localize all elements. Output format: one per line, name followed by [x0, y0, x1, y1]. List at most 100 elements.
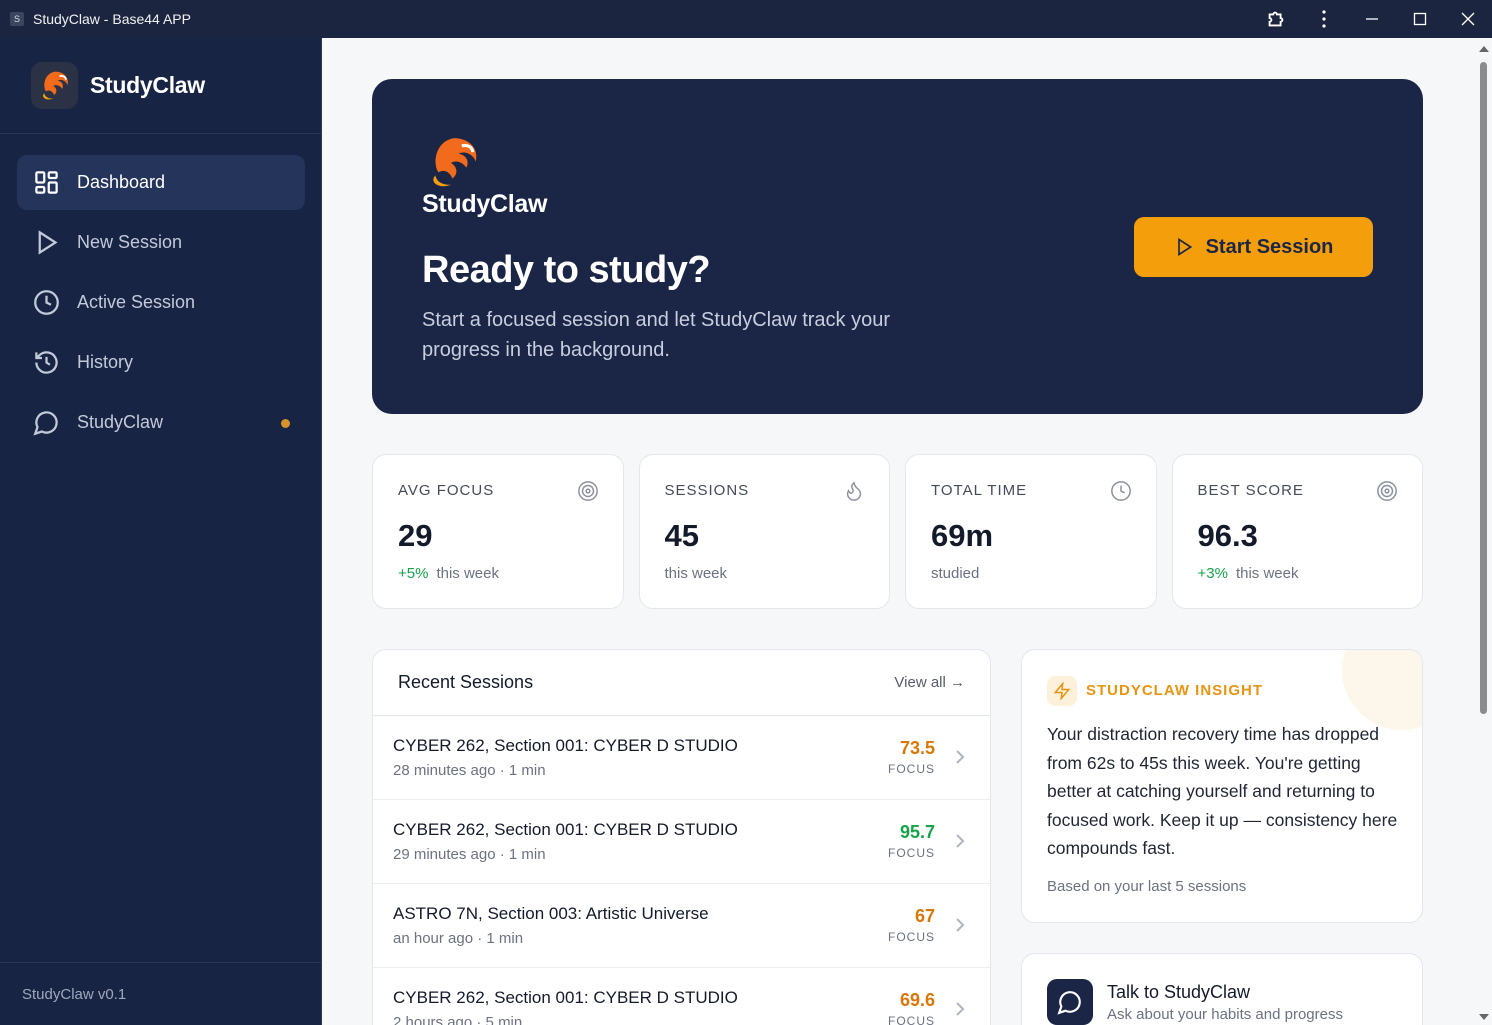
stat-card-sessions: SESSIONS 45 this week	[638, 454, 890, 609]
talk-to-studyclaw-card[interactable]: Talk to StudyClaw Ask about your habits …	[1021, 953, 1423, 1025]
stat-value: 96.3	[1197, 518, 1258, 553]
minimize-button[interactable]	[1348, 0, 1396, 38]
session-meta: 2 hours ago · 5 min	[393, 1014, 523, 1025]
session-score-label: FOCUS	[888, 846, 935, 860]
stat-sub: +5% this week	[398, 565, 499, 582]
stat-delta: +3%	[1197, 565, 1228, 582]
scroll-down-arrow[interactable]	[1479, 1014, 1489, 1020]
dashboard-icon	[35, 171, 58, 194]
chevron-right-icon	[956, 918, 965, 932]
session-score-label: FOCUS	[888, 1014, 935, 1025]
scroll-up-arrow[interactable]	[1479, 46, 1489, 52]
kebab-menu-icon	[1322, 10, 1326, 28]
stat-label: AVG FOCUS	[398, 482, 495, 499]
main-content: StudyClaw Ready to study? Start a focuse…	[323, 38, 1475, 1025]
session-score: 69.6	[899, 990, 935, 1010]
target-icon	[577, 481, 598, 501]
insight-label: STUDYCLAW INSIGHT	[1086, 682, 1263, 699]
stat-sub: this week	[665, 565, 728, 582]
sidebar-item-history[interactable]: History	[17, 335, 305, 390]
hero-banner: StudyClaw Ready to study? Start a focuse…	[372, 79, 1423, 414]
studyclaw-logo-icon	[31, 62, 78, 109]
chat-icon	[1047, 979, 1093, 1025]
chevron-right-icon	[956, 834, 965, 848]
recent-sessions-title: Recent Sessions	[398, 672, 534, 692]
sidebar-item-label: StudyClaw	[77, 412, 164, 432]
target-icon	[1377, 481, 1397, 501]
talk-subtitle: Ask about your habits and progress	[1107, 1006, 1343, 1023]
stat-sub: +3% this week	[1198, 565, 1299, 582]
chevron-right-icon	[956, 1002, 965, 1016]
sidebar-item-active-session[interactable]: Active Session	[17, 275, 305, 330]
decorative-blob	[1342, 650, 1422, 730]
scroll-thumb[interactable]	[1480, 62, 1487, 714]
sidebar-brand[interactable]: StudyClaw	[0, 38, 321, 134]
start-session-button[interactable]: Start Session	[1134, 217, 1373, 277]
session-row[interactable]: ASTRO 7N, Section 003: Artistic Universe…	[373, 884, 990, 968]
sidebar: StudyClaw Dashboard New Session Active S…	[0, 38, 322, 1025]
window-title: StudyClaw - Base44 APP	[33, 11, 191, 27]
session-meta: 28 minutes ago · 1 min	[393, 762, 546, 779]
stat-card-best-score: BEST SCORE 96.3 +3% this week	[1171, 454, 1423, 609]
clock-icon	[34, 290, 59, 315]
play-icon	[38, 230, 58, 255]
stat-value: 69m	[931, 518, 994, 553]
hero-title: Ready to study?	[422, 249, 711, 291]
puzzle-icon	[1268, 11, 1284, 27]
notification-dot	[281, 419, 290, 428]
session-score: 95.7	[899, 822, 935, 842]
sidebar-nav: Dashboard New Session Active Session His…	[0, 134, 321, 450]
talk-title: Talk to StudyClaw	[1107, 982, 1251, 1002]
vertical-scrollbar[interactable]	[1475, 38, 1492, 1025]
sidebar-item-label: New Session	[77, 232, 183, 252]
flame-icon	[846, 481, 862, 501]
clock-icon	[1110, 481, 1131, 501]
sidebar-item-studyclaw[interactable]: StudyClaw	[17, 395, 305, 450]
more-options-button[interactable]	[1300, 0, 1348, 38]
stat-sub-text: this week	[1235, 565, 1299, 582]
session-score-label: FOCUS	[888, 930, 935, 944]
stats-row: AVG FOCUS 29 +5% this week SESSIONS 45 th…	[372, 454, 1423, 609]
insight-footer: Based on your last 5 sessions	[1047, 878, 1247, 895]
stat-label: TOTAL TIME	[931, 482, 1028, 499]
session-title: ASTRO 7N, Section 003: Artistic Universe	[393, 904, 709, 923]
maximize-icon	[1413, 12, 1427, 26]
hero-brand: StudyClaw	[422, 190, 548, 218]
minimize-icon	[1366, 18, 1378, 20]
app-icon: S	[10, 12, 24, 26]
session-row[interactable]: CYBER 262, Section 001: CYBER D STUDIO 2…	[373, 716, 990, 800]
history-icon	[35, 351, 58, 374]
stat-sub: studied	[931, 565, 979, 582]
close-button[interactable]	[1444, 0, 1492, 38]
stat-sub-text: studied	[931, 565, 980, 582]
app-version: StudyClaw v0.1	[0, 962, 321, 1025]
session-title: CYBER 262, Section 001: CYBER D STUDIO	[393, 988, 738, 1007]
extensions-button[interactable]	[1252, 0, 1300, 38]
recent-sessions-header: Recent Sessions View all →	[373, 650, 990, 716]
sidebar-item-label: Dashboard	[77, 172, 166, 192]
sidebar-item-dashboard[interactable]: Dashboard	[17, 155, 305, 210]
session-row[interactable]: CYBER 262, Section 001: CYBER D STUDIO 2…	[373, 968, 990, 1025]
stat-card-total-time: TOTAL TIME 69m studied	[905, 454, 1157, 609]
stat-delta: +5%	[398, 565, 429, 582]
chevron-right-icon	[956, 750, 965, 764]
stat-sub-text: this week	[436, 565, 499, 582]
session-score-label: FOCUS	[888, 762, 935, 776]
stat-card-avg-focus: AVG FOCUS 29 +5% this week	[372, 454, 624, 609]
view-all-link[interactable]: View all →	[894, 674, 965, 691]
maximize-button[interactable]	[1396, 0, 1444, 38]
sidebar-item-label: Active Session	[77, 292, 196, 312]
sidebar-item-new-session[interactable]: New Session	[17, 215, 305, 270]
insight-text: Your distraction recovery time has dropp…	[1047, 724, 1398, 858]
brand-name: StudyClaw	[90, 72, 205, 98]
insight-card: STUDYCLAW INSIGHT Your distraction recov…	[1021, 649, 1423, 923]
stat-value: 45	[664, 518, 699, 553]
window-titlebar: S StudyClaw - Base44 APP	[0, 0, 1492, 38]
studyclaw-logo-icon	[422, 135, 486, 196]
chat-icon	[33, 411, 58, 436]
recent-sessions-panel: Recent Sessions View all → CYBER 262, Se…	[372, 649, 991, 1025]
play-icon	[1177, 237, 1192, 257]
session-row[interactable]: CYBER 262, Section 001: CYBER D STUDIO 2…	[373, 800, 990, 884]
sidebar-item-label: History	[77, 352, 134, 372]
session-score: 73.5	[899, 738, 935, 758]
